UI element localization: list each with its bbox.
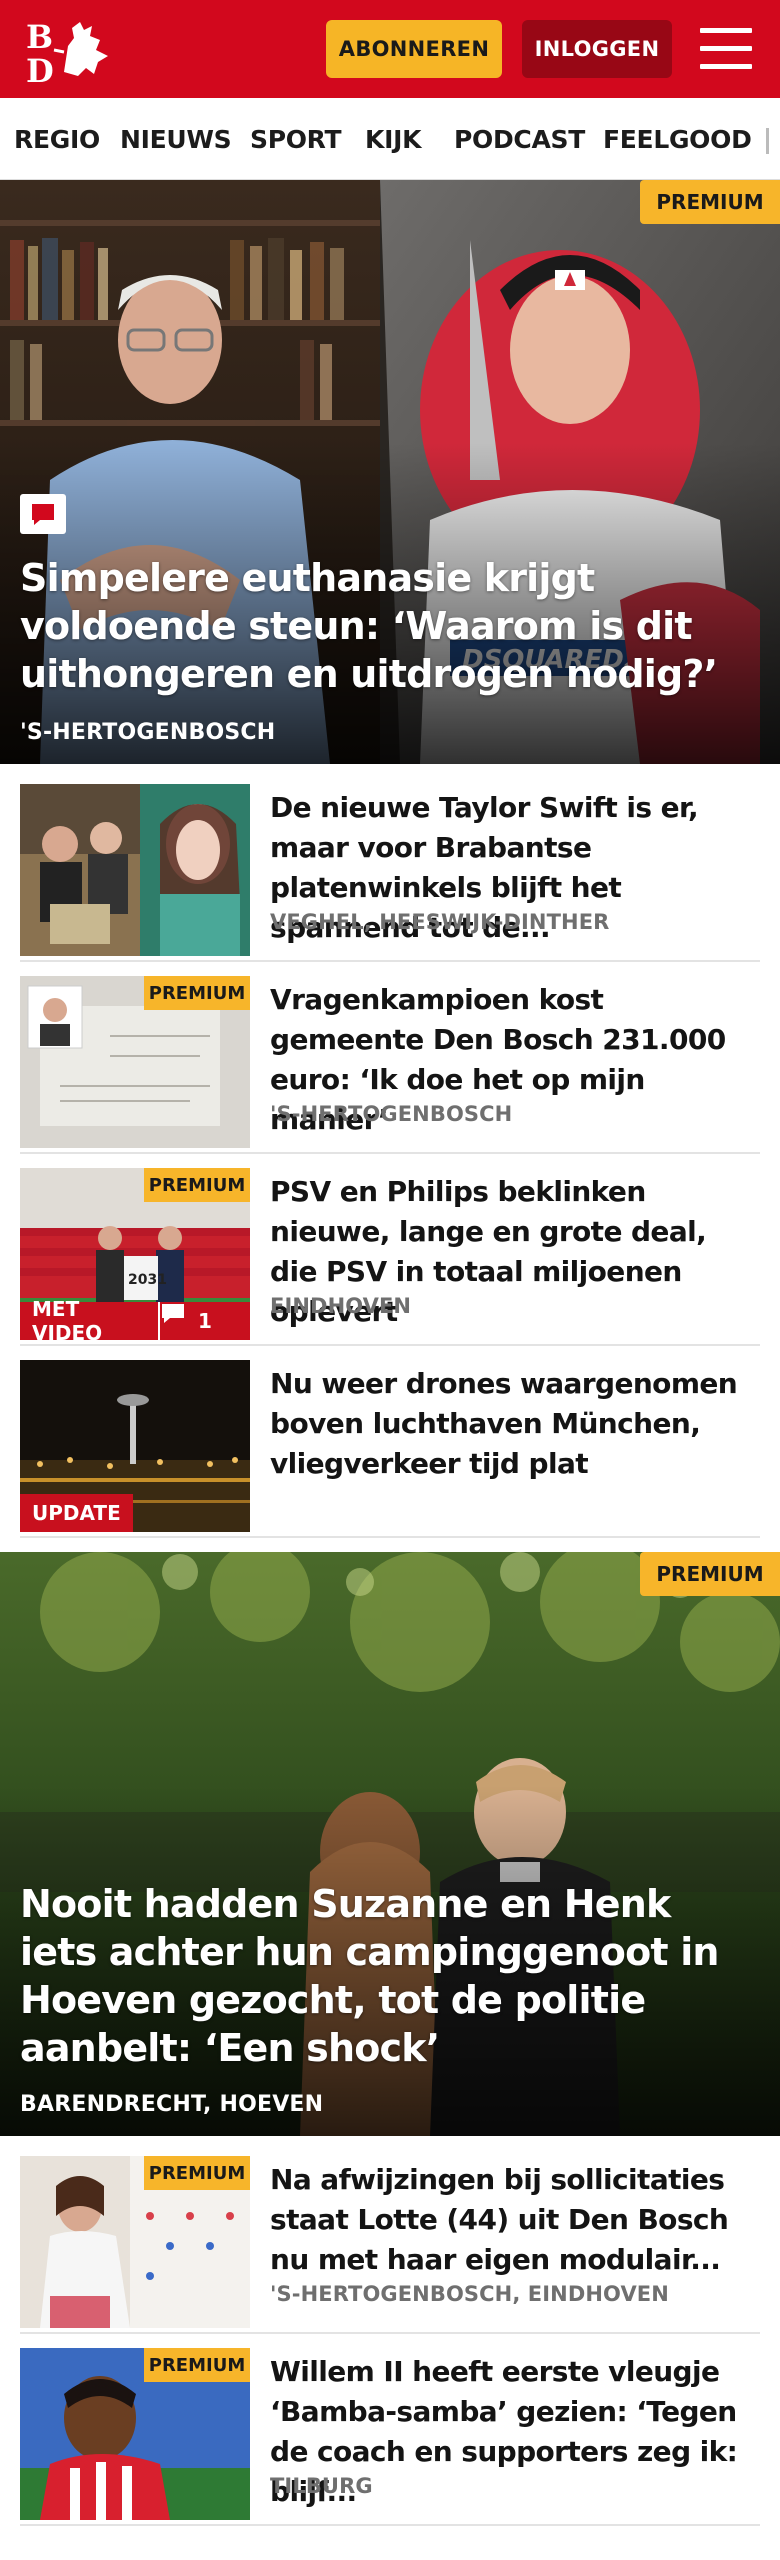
- category-nav: REGIO NIEUWS SPORT KIJK PODCAST FEELGOOD: [0, 98, 780, 180]
- article-location: 'S-HERTOGENBOSCH: [270, 1102, 513, 1126]
- premium-badge: PREMIUM: [144, 2348, 250, 2382]
- svg-text:2031: 2031: [128, 1272, 167, 1288]
- hero-location: 'S-HERTOGENBOSCH: [20, 720, 276, 745]
- comment-count: 1: [198, 1309, 212, 1333]
- premium-badge: PREMIUM: [144, 2156, 250, 2190]
- nav-item-sport[interactable]: SPORT: [250, 125, 342, 154]
- list-item[interactable]: UPDATE Nu weer drones waargenomen boven …: [20, 1360, 760, 1538]
- premium-badge: PREMIUM: [144, 976, 250, 1010]
- article-thumbnail: PREMIUM: [20, 2156, 250, 2328]
- subscribe-button[interactable]: ABONNEREN: [326, 20, 502, 78]
- article-thumbnail: PREMIUM: [20, 976, 250, 1148]
- hero-article-hoeven[interactable]: PREMIUM Nooit hadden Suzanne en Henk iet…: [0, 1552, 780, 2136]
- article-thumbnail: UPDATE: [20, 1360, 250, 1532]
- site-header: B D ABONNEREN INLOGGEN: [0, 0, 780, 98]
- premium-badge: PREMIUM: [144, 1168, 250, 1202]
- nav-overflow-indicator: [766, 128, 769, 154]
- list-item[interactable]: De nieuwe Taylor Swift is er, maar voor …: [20, 784, 760, 962]
- menu-icon[interactable]: [700, 28, 752, 70]
- article-thumbnail: [20, 784, 250, 956]
- hero-title[interactable]: Nooit hadden Suzanne en Henk iets achter…: [20, 1880, 740, 2072]
- list-item[interactable]: PREMIUM Vragenkampioen kost gemeente Den…: [20, 976, 760, 1154]
- nav-item-nieuws[interactable]: NIEUWS: [120, 125, 232, 154]
- hero-article-euthanasie[interactable]: DSQUARED2 PREMIUM Simpelere euthanasie k…: [0, 180, 780, 764]
- article-location: TILBURG: [270, 2474, 373, 2498]
- comment-icon: [20, 494, 66, 534]
- video-label: MET VIDEO: [20, 1297, 158, 1340]
- article-title[interactable]: Nu weer drones waargenomen boven luchtha…: [270, 1364, 755, 1484]
- list-item[interactable]: PREMIUM Na afwijzingen bij sollicitaties…: [20, 2156, 760, 2334]
- update-label: UPDATE: [20, 1494, 133, 1532]
- list-item[interactable]: 2031 PREMIUM MET VIDEO 1 PSV en Philips …: [20, 1168, 760, 1346]
- article-location: EINDHOVEN: [270, 1294, 412, 1318]
- login-button[interactable]: INLOGGEN: [522, 20, 672, 78]
- nav-item-kijk[interactable]: KIJK: [365, 125, 421, 154]
- svg-text:D: D: [26, 52, 54, 84]
- nav-item-regio[interactable]: REGIO: [14, 125, 100, 154]
- article-thumbnail: PREMIUM: [20, 2348, 250, 2520]
- hero-location: BARENDRECHT, HOEVEN: [20, 2092, 324, 2117]
- nav-item-feelgood[interactable]: FEELGOOD: [603, 125, 752, 154]
- article-location: 'S-HERTOGENBOSCH, EINDHOVEN: [270, 2282, 669, 2306]
- hero-title[interactable]: Simpelere euthanasie krijgt voldoende st…: [20, 554, 740, 698]
- list-item[interactable]: PREMIUM Willem II heeft eerste vleugje ‘…: [20, 2348, 760, 2526]
- nav-item-podcast[interactable]: PODCAST: [454, 125, 585, 154]
- premium-badge: PREMIUM: [640, 180, 780, 224]
- svg-text:B: B: [26, 18, 53, 56]
- bd-logo-icon[interactable]: B D: [24, 16, 120, 84]
- article-thumbnail: 2031 PREMIUM MET VIDEO 1: [20, 1168, 250, 1340]
- article-location: VEGHEL, HEESWIJK-DINTHER: [270, 910, 610, 934]
- premium-badge: PREMIUM: [640, 1552, 780, 1596]
- comment-icon: [162, 1304, 184, 1323]
- article-title[interactable]: Na afwijzingen bij sollicitaties staat L…: [270, 2160, 755, 2280]
- comment-count-badge: 1: [158, 1302, 250, 1340]
